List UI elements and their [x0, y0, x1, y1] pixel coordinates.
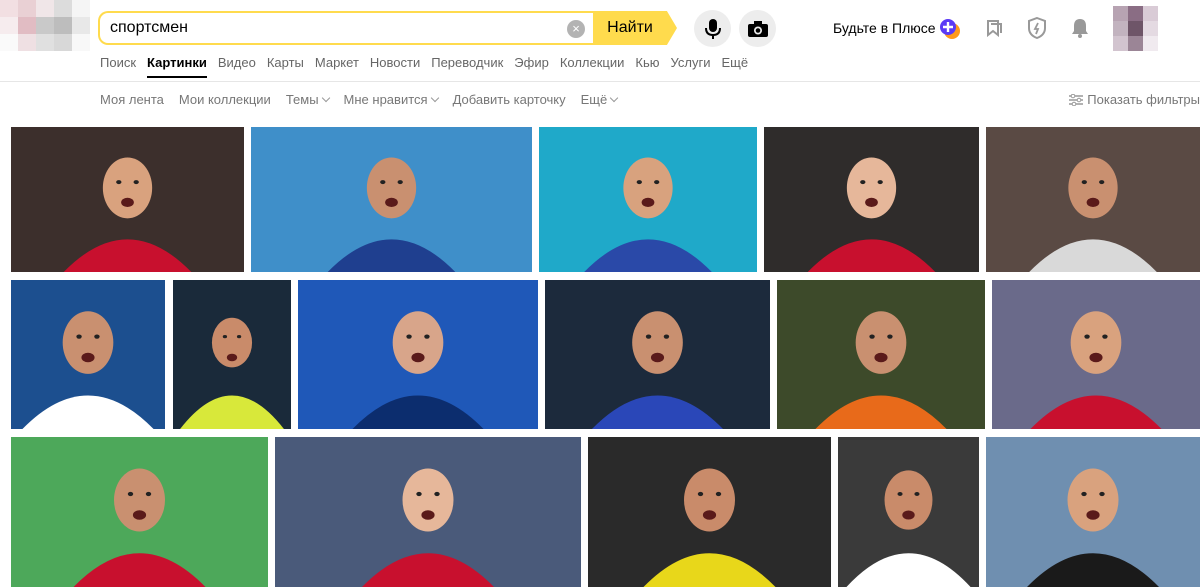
image-result[interactable] [986, 127, 1200, 272]
add-card-link[interactable]: Добавить карточку [453, 92, 566, 107]
search-input[interactable] [100, 19, 540, 37]
image-result[interactable] [251, 127, 532, 272]
image-result[interactable] [986, 437, 1200, 587]
yandex-logo[interactable] [0, 0, 90, 52]
tab-services[interactable]: Услуги [671, 55, 711, 78]
plus-badge-icon[interactable] [939, 18, 961, 40]
image-search-button[interactable] [739, 10, 776, 47]
images-subnav: Моя лента Мои коллекции Темы Мне нравитс… [100, 92, 632, 107]
more-dropdown[interactable]: Ещё [581, 92, 618, 107]
notifications-bell-icon[interactable] [1069, 17, 1091, 39]
image-result[interactable] [11, 437, 268, 587]
swimmer-splash-image [11, 280, 165, 429]
tab-collections[interactable]: Коллекции [560, 55, 625, 78]
judo-fighter-blue-gi-image [545, 280, 770, 429]
image-result[interactable] [588, 437, 831, 587]
tab-news[interactable]: Новости [370, 55, 420, 78]
services-nav: Поиск Картинки Видео Карты Маркет Новост… [100, 55, 759, 78]
image-result[interactable] [275, 437, 581, 587]
diver-pike-pose-image [298, 280, 538, 429]
image-result[interactable] [298, 280, 538, 429]
couple-hugging-celebration-image [992, 280, 1200, 429]
image-result[interactable] [539, 127, 757, 272]
tab-more[interactable]: Ещё [721, 55, 748, 78]
themes-dropdown[interactable]: Темы [286, 92, 329, 107]
plus-promo-link[interactable]: Будьте в Плюсе [833, 20, 936, 36]
tab-video[interactable]: Видео [218, 55, 256, 78]
show-filters-button[interactable]: Показать фильтры [1069, 92, 1200, 107]
image-result[interactable] [777, 280, 985, 429]
table-tennis-player-ball-in-mouth-image [764, 127, 979, 272]
clear-search-button[interactable]: × [567, 20, 585, 38]
header-divider [0, 81, 1200, 82]
collections-icon[interactable] [983, 17, 1005, 39]
my-feed-link[interactable]: Моя лента [100, 92, 164, 107]
tab-efir[interactable]: Эфир [514, 55, 549, 78]
user-avatar[interactable] [1113, 6, 1158, 51]
image-result[interactable] [545, 280, 770, 429]
tennis-player-watching-ball-image [173, 280, 291, 429]
tab-market[interactable]: Маркет [315, 55, 359, 78]
shot-put-athlete-image [777, 280, 985, 429]
likes-dropdown[interactable]: Мне нравится [344, 92, 438, 107]
tab-maps[interactable]: Карты [267, 55, 304, 78]
search-button[interactable]: Найти [593, 11, 677, 45]
speed-skater-shouting-image [11, 127, 244, 272]
image-result[interactable] [992, 280, 1200, 429]
boxer-hit-by-glove-image [588, 437, 831, 587]
search-box: × [98, 11, 595, 45]
image-result[interactable] [11, 127, 244, 272]
tab-translate[interactable]: Переводчик [431, 55, 503, 78]
tab-search[interactable]: Поиск [100, 55, 136, 78]
thrower-rio-background-image [11, 437, 268, 587]
table-tennis-and-swimmer-image [275, 437, 581, 587]
my-collections-link[interactable]: Мои коллекции [179, 92, 271, 107]
microphone-icon [704, 18, 721, 39]
image-result[interactable] [173, 280, 291, 429]
camera-icon [747, 20, 768, 37]
player-ball-in-mouth-image [838, 437, 979, 587]
image-result[interactable] [764, 127, 979, 272]
show-filters-label: Показать фильтры [1087, 92, 1200, 107]
tab-images[interactable]: Картинки [147, 55, 207, 78]
image-result[interactable] [11, 280, 165, 429]
tennis-player-screaming-image [986, 127, 1200, 272]
filters-icon [1069, 93, 1084, 106]
voice-search-button[interactable] [694, 10, 731, 47]
image-result[interactable] [838, 437, 979, 587]
water-polo-player-image [539, 127, 757, 272]
tennis-player-racket-image [986, 437, 1200, 587]
diver-tucked-pose-image [251, 127, 532, 272]
shield-icon[interactable] [1026, 17, 1048, 39]
tab-q[interactable]: Кью [635, 55, 659, 78]
